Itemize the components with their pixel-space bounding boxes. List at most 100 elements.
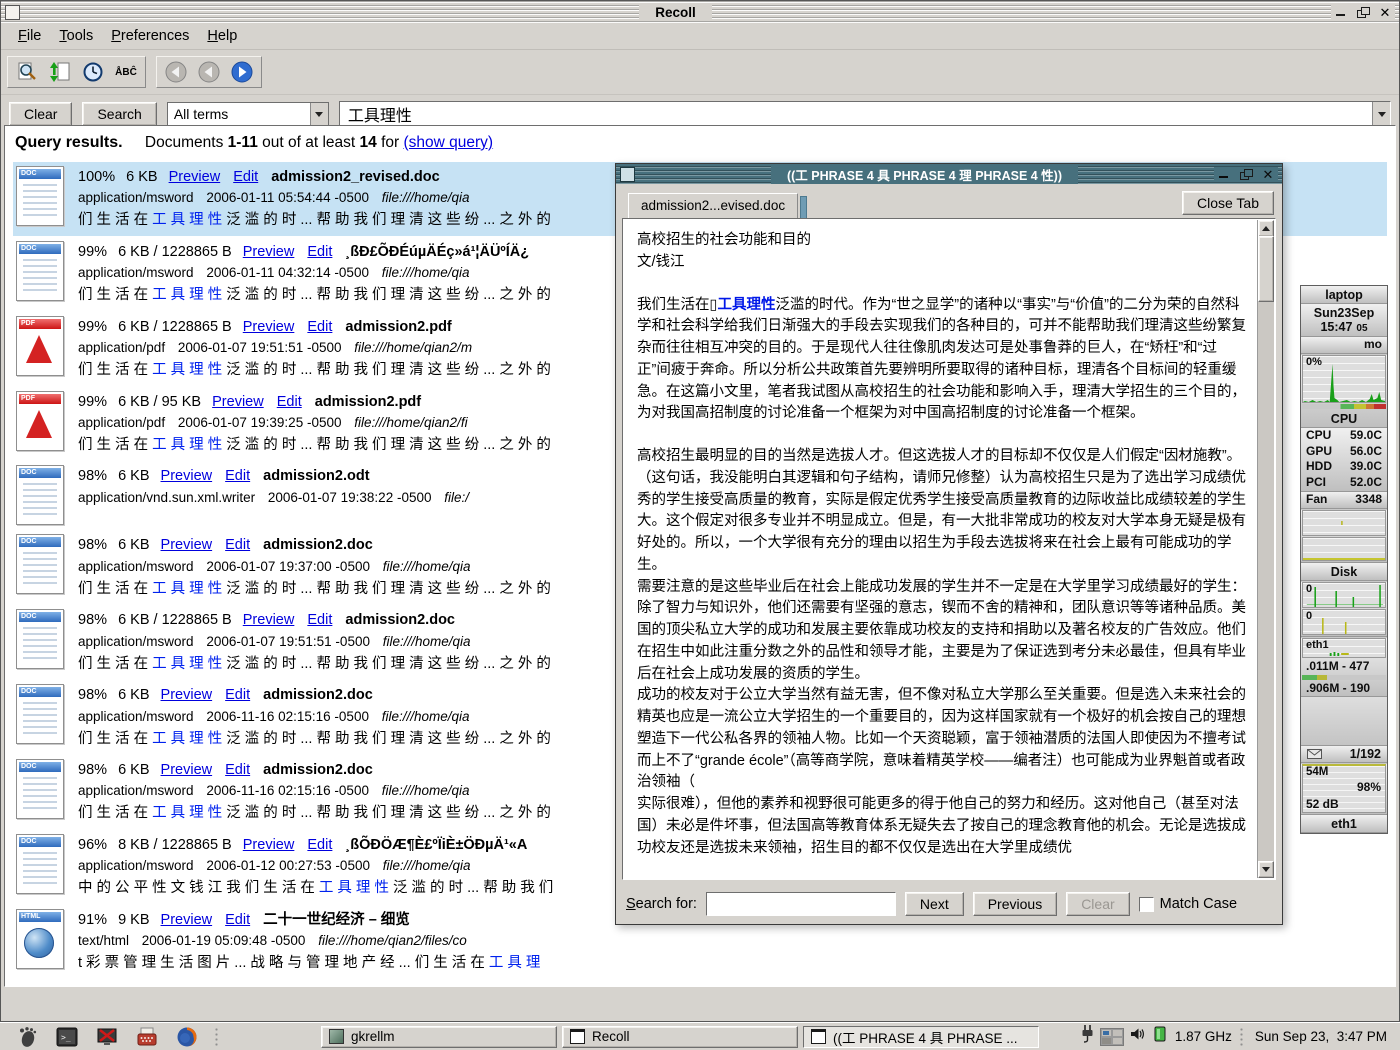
taskbar-clock[interactable]: Sun Sep 23, 3:47 PM [1249,1029,1395,1044]
find-previous-button[interactable]: Previous [973,892,1057,916]
advanced-search-icon[interactable] [12,59,42,85]
fan-chart-section [1301,510,1387,563]
results-docs-label: Documents [145,134,223,151]
sort-parameters-icon[interactable] [45,59,75,85]
show-query-link[interactable]: (show query) [403,134,493,151]
window-menu-icon[interactable] [5,5,20,20]
scroll-down-icon[interactable] [1258,861,1274,878]
task-recoll[interactable]: Recoll [562,1026,798,1048]
results-for-label: for [381,134,399,151]
file-type-icon [16,909,64,969]
restore-icon[interactable] [1355,5,1371,19]
lock-screen-icon[interactable] [95,1025,119,1049]
temp-value: 59.0C [1350,429,1382,443]
match-case-checkbox[interactable] [1139,897,1154,912]
result-text: 98% 6 KB Preview Edit admission2.doc app… [78,759,551,825]
preview-link[interactable]: Preview [169,169,221,185]
document-history-icon[interactable] [78,59,108,85]
edit-link[interactable]: Edit [225,912,250,928]
edit-link[interactable]: Edit [307,612,332,628]
first-page-icon[interactable] [161,59,191,85]
edit-link[interactable]: Edit [307,244,332,260]
preview-link[interactable]: Preview [212,394,264,410]
tray-handle[interactable] [1239,1027,1244,1047]
query-combobox[interactable] [339,101,1391,127]
menu-preferences[interactable]: Preferences [102,25,198,47]
typewriter-icon[interactable] [135,1025,159,1049]
edit-link[interactable]: Edit [225,537,250,553]
preview-scrollbar[interactable] [1257,220,1274,878]
edit-link[interactable]: Edit [225,468,250,484]
menu-file[interactable]: File [9,25,50,47]
match-case-option[interactable]: Match Case [1139,896,1237,912]
edit-link[interactable]: Edit [307,837,332,853]
result-filename: admission2.pdf [315,394,421,410]
scroll-up-icon[interactable] [1258,220,1274,237]
result-size: 6 KB [126,169,157,185]
edit-link[interactable]: Edit [225,762,250,778]
chevron-down-icon[interactable] [310,103,328,125]
preview-minimize-icon[interactable] [1216,167,1232,181]
preview-link[interactable]: Preview [243,612,295,628]
preview-titlebar[interactable]: ((工 PHRASE 4 具 PHRASE 4 理 PHRASE 4 性)) ✕ [616,164,1282,184]
preview-restore-icon[interactable] [1238,167,1254,181]
edit-link[interactable]: Edit [225,687,250,703]
preview-link[interactable]: Preview [161,762,213,778]
preview-link[interactable]: Preview [161,912,213,928]
taskbar-handle[interactable] [214,1027,219,1047]
close-icon[interactable]: ✕ [1377,5,1393,19]
preview-link[interactable]: Preview [161,537,213,553]
next-page-icon[interactable] [227,59,257,85]
find-next-button[interactable]: Next [905,892,964,916]
result-mimetype: application/msword [78,858,194,873]
preview-close-icon[interactable]: ✕ [1260,167,1276,181]
result-date: 2006-01-07 19:51:51 -0500 [206,634,370,649]
cpu-frequency-icon[interactable] [1152,1025,1168,1048]
net-section: eth1 .011M - 477 .906M - 190 [1301,638,1387,698]
clear-button[interactable]: Clear [9,102,72,126]
result-filename: admission2.odt [263,468,369,484]
find-clear-button[interactable]: Clear [1066,892,1129,916]
gnome-menu-icon[interactable] [15,1025,39,1049]
previous-page-icon[interactable] [194,59,224,85]
task-preview[interactable]: ((工 PHRASE 4 具 PHRASE ... [803,1026,1039,1048]
edit-link[interactable]: Edit [307,319,332,335]
menu-help[interactable]: Help [198,25,246,47]
preview-link[interactable]: Preview [161,687,213,703]
volume-icon[interactable] [1129,1026,1147,1047]
disk-section-title: Disk [1301,563,1387,581]
preview-link[interactable]: Preview [243,837,295,853]
term-explorer-icon[interactable]: ÅBĈ [111,59,141,85]
snippet-highlight: 工 具 理 性 [152,656,222,672]
temperature-section: CPU59.0C GPU56.0C HDD39.0C PCI52.0C [1301,428,1387,492]
preview-tab[interactable]: admission2...evised.doc [628,193,798,220]
scrollbar-thumb[interactable] [1258,236,1274,302]
preview-text[interactable]: 高校招生的社会功能和目的 文/钱江我们生活在▯工具理性泛滥的时代。作为“世之显学… [624,220,1257,878]
taskbar: >_ gkrellm Recoll ((工 PHRASE 4 具 PHRASE … [0,1022,1400,1050]
edit-link[interactable]: Edit [233,169,258,185]
query-history-chevron-icon[interactable] [1372,102,1390,126]
search-mode-select[interactable]: All terms [167,102,329,126]
snippet-text: 们 生 活 在 [78,287,152,303]
preview-window-menu-icon[interactable] [620,167,635,182]
task-gkrellm[interactable]: gkrellm [321,1026,557,1048]
result-filename: admission2.pdf [345,319,451,335]
minimize-icon[interactable] [1333,5,1349,19]
find-input[interactable] [706,892,896,916]
terminal-icon[interactable]: >_ [55,1025,79,1049]
edit-link[interactable]: Edit [277,394,302,410]
snippet-text: 泛 滥 的 时 ... 帮 助 我 们 理 清 这 些 纷 ... 之 外 的 [222,805,551,821]
close-tab-button[interactable]: Close Tab [1182,191,1274,215]
preview-link[interactable]: Preview [243,319,295,335]
search-button[interactable]: Search [82,102,156,126]
find-label: Search for: [626,896,697,912]
search-input[interactable] [340,102,1372,126]
preview-link[interactable]: Preview [243,244,295,260]
power-plug-icon[interactable] [1079,1024,1095,1049]
firefox-icon[interactable] [175,1025,199,1049]
cpu-frequency-value: 1.87 GHz [1175,1029,1232,1044]
preview-link[interactable]: Preview [161,468,213,484]
workspace-switcher-icon[interactable] [1100,1028,1124,1046]
menu-tools[interactable]: Tools [50,25,102,47]
recoll-titlebar[interactable]: Recoll ✕ [1,1,1399,23]
